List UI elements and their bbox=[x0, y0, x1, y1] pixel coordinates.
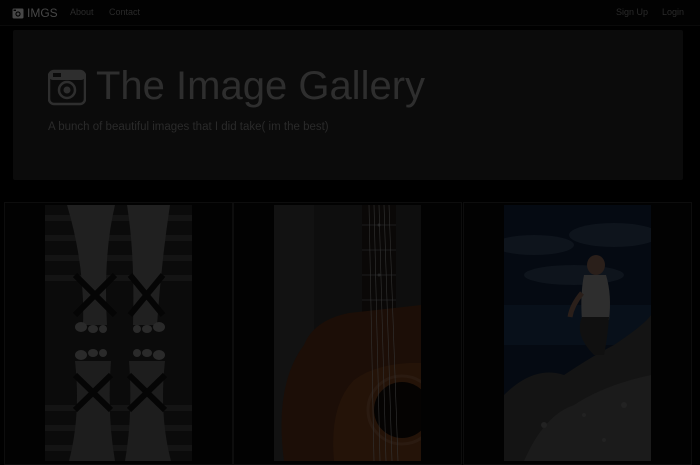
nav-login-link[interactable]: Login bbox=[662, 7, 684, 17]
feet-photo[interactable] bbox=[45, 205, 192, 461]
nav-signup-link[interactable]: Sign Up bbox=[616, 7, 648, 17]
nav-contact-link[interactable]: Contact bbox=[109, 7, 140, 17]
brand-label: IMGS bbox=[27, 6, 58, 20]
person-on-rock-photo[interactable] bbox=[504, 205, 651, 461]
nav-about-link[interactable]: About bbox=[70, 7, 94, 17]
gallery-thumbnail[interactable] bbox=[463, 202, 692, 465]
title-text: The Image Gallery bbox=[96, 64, 426, 108]
gallery-thumbnail[interactable] bbox=[233, 202, 462, 465]
brand-link[interactable]: IMGS bbox=[12, 5, 58, 21]
camera-icon bbox=[47, 68, 87, 106]
gallery bbox=[4, 202, 692, 465]
page: IMGS About Contact Sign Up Login The Ima… bbox=[0, 0, 700, 465]
camera-icon bbox=[12, 7, 24, 19]
page-subtitle: A bunch of beautiful images that I did t… bbox=[48, 121, 329, 133]
guitar-photo[interactable] bbox=[274, 205, 421, 461]
navbar: IMGS About Contact Sign Up Login bbox=[0, 0, 700, 26]
page-title: The Image Gallery bbox=[47, 64, 426, 109]
jumbotron: The Image Gallery A bunch of beautiful i… bbox=[13, 30, 683, 180]
gallery-thumbnail[interactable] bbox=[4, 202, 233, 465]
